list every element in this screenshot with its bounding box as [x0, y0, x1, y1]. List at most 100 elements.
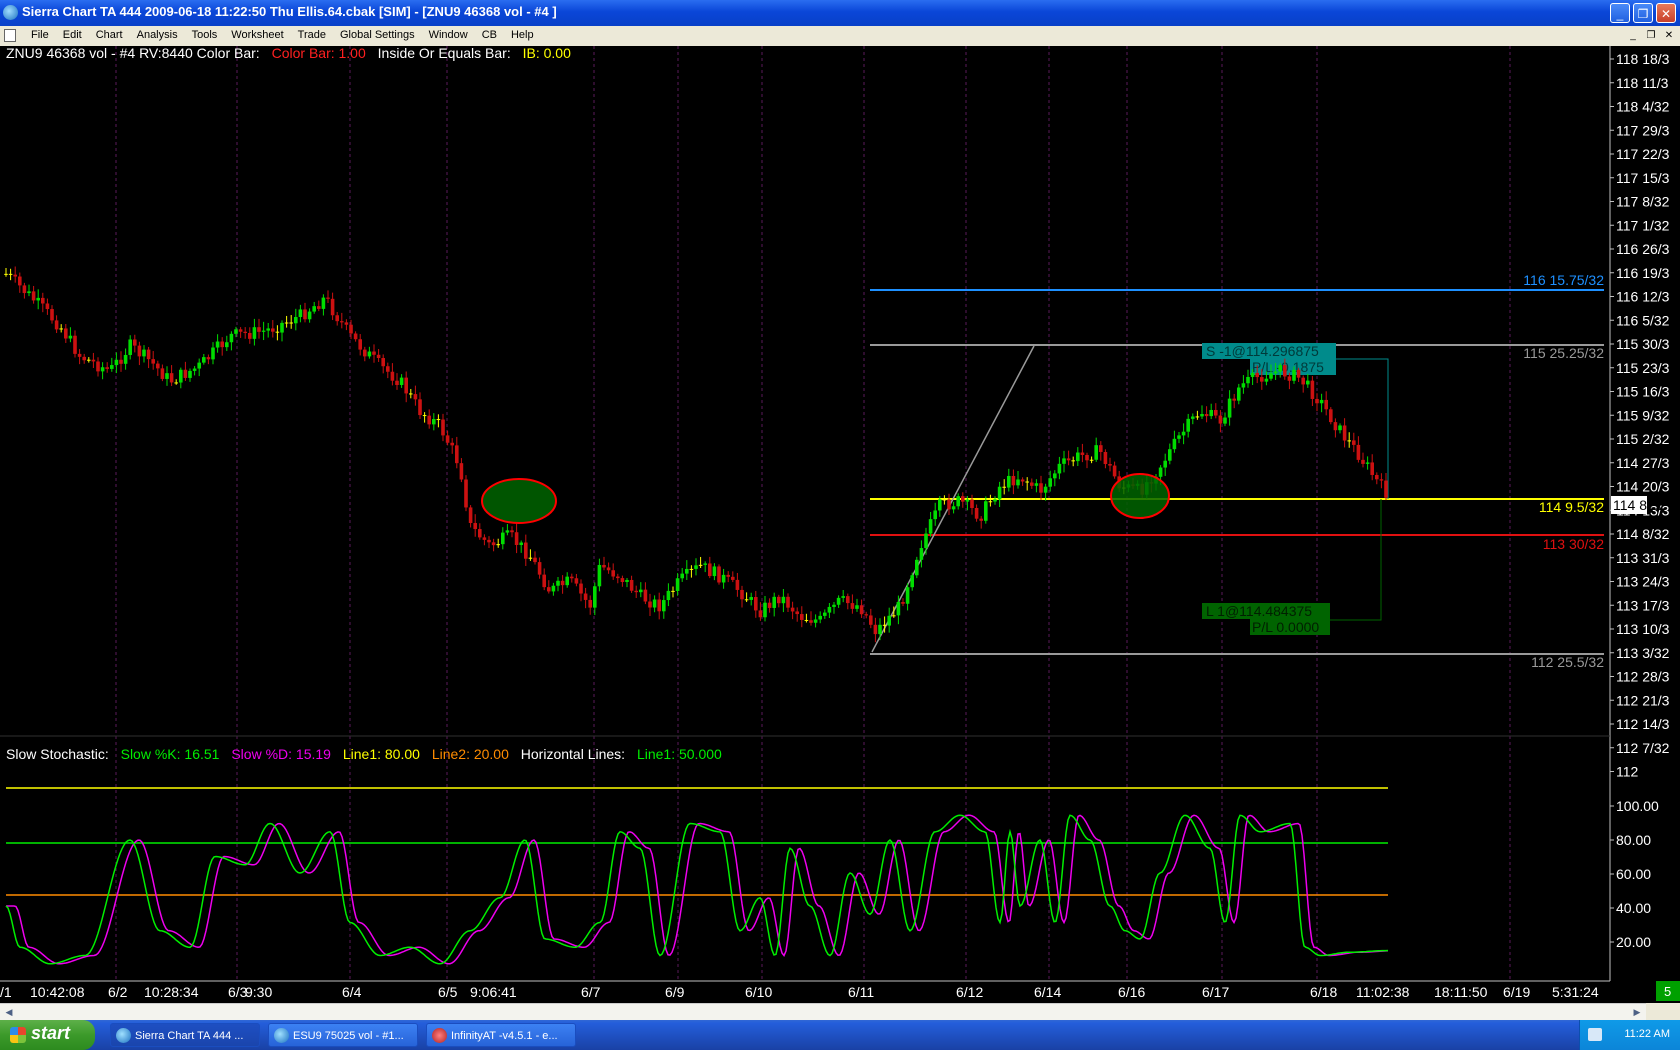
chart-area[interactable]: 118 18/3 118 11/3 118 4/32 117 29/3 117 22/3… — [0, 46, 1680, 1003]
task-esu9-chart[interactable]: ESU9 75025 vol - #1... — [268, 1023, 418, 1047]
price-tick-label: 113 31/3 — [1616, 550, 1670, 566]
mdi-minimize-button[interactable]: _ — [1626, 29, 1640, 42]
menu-help[interactable]: Help — [504, 26, 541, 46]
time-tick-label: 6/11 — [848, 984, 874, 1000]
document-icon[interactable] — [4, 29, 16, 42]
candle-body — [1200, 414, 1204, 417]
price-tick-label: 113 10/3 — [1616, 621, 1670, 637]
candle-body — [238, 329, 243, 332]
candle-body — [202, 357, 206, 363]
level-label-5: 112 25.5/32 — [1531, 654, 1604, 670]
candle-body — [8, 273, 13, 275]
start-button[interactable]: start — [0, 1020, 95, 1050]
candle-body — [381, 358, 385, 367]
candle-body — [836, 597, 841, 605]
candle-body — [294, 317, 298, 324]
candle-body — [459, 463, 464, 480]
inside-bar-label: Inside Or Equals Bar: — [378, 46, 511, 61]
candle-body — [353, 333, 358, 340]
stoch-tick-label: 80.00 — [1616, 832, 1651, 848]
candle-body — [1356, 444, 1361, 460]
candle-body — [726, 574, 730, 577]
candle-body — [643, 589, 648, 602]
candle-body — [519, 542, 523, 545]
short-order-entry: S -1@114.296875 — [1206, 343, 1319, 359]
candle-body — [583, 593, 588, 600]
candle-body — [36, 297, 40, 301]
price-tick-label: 118 4/32 — [1616, 99, 1670, 115]
menu-chart[interactable]: Chart — [89, 26, 130, 46]
candle-body — [1260, 377, 1264, 382]
candle-body — [344, 322, 349, 325]
candle-body — [744, 599, 749, 601]
candle-body — [1338, 425, 1342, 431]
time-tick-label: 6/14 — [1034, 984, 1061, 1000]
menu-file[interactable]: File — [24, 26, 56, 46]
candle-body — [1172, 438, 1177, 450]
mdi-restore-button[interactable]: ❐ — [1644, 29, 1658, 42]
candle-body — [790, 607, 795, 612]
esu9-task-icon — [274, 1028, 289, 1043]
menu-worksheet[interactable]: Worksheet — [224, 26, 290, 46]
scroll-right-arrow-icon[interactable]: ▶ — [1630, 1006, 1644, 1019]
candle-body — [846, 596, 850, 604]
candle-body — [767, 602, 772, 608]
candle-body — [248, 332, 252, 339]
ellipse-annotation-2[interactable] — [1110, 473, 1170, 519]
candle-body — [887, 615, 891, 626]
sierra-chart-app-icon[interactable] — [3, 5, 18, 20]
candle-body — [211, 347, 215, 360]
candle-body — [399, 377, 404, 385]
network-icon[interactable] — [1588, 1028, 1602, 1041]
price-tick-label: 115 9/32 — [1616, 407, 1670, 423]
candle-body — [169, 373, 174, 383]
time-tick-label: 6/19 — [1503, 984, 1530, 1000]
menu-analysis[interactable]: Analysis — [130, 26, 185, 46]
candle-body — [786, 596, 790, 608]
scroll-left-arrow-icon[interactable]: ◀ — [2, 1006, 16, 1019]
candle-body — [1278, 365, 1282, 372]
candle-body — [1016, 479, 1020, 486]
candle-body — [1342, 425, 1347, 441]
candle-body — [680, 573, 684, 579]
candle-body — [455, 445, 459, 464]
candle-body — [1053, 473, 1057, 479]
candle-body — [551, 585, 556, 592]
time-tick-label: 18:11:50 — [1434, 984, 1488, 1000]
menu-trade[interactable]: Trade — [291, 26, 333, 46]
candle-body — [487, 539, 491, 543]
restore-button[interactable]: ❐ — [1633, 3, 1653, 23]
mdi-close-button[interactable]: ✕ — [1662, 29, 1676, 42]
candle-body — [128, 339, 132, 355]
price-tick-label: 115 2/32 — [1616, 431, 1670, 447]
menu-tools[interactable]: Tools — [185, 26, 225, 46]
menu-window[interactable]: Window — [422, 26, 475, 46]
candle-body — [827, 606, 832, 613]
close-button[interactable]: ✕ — [1656, 3, 1676, 23]
candle-body — [119, 359, 123, 364]
candle-body — [1379, 479, 1384, 481]
candle-body — [54, 320, 59, 330]
candle-body — [390, 371, 395, 381]
horizontal-scrollbar[interactable]: ◀ ▶ — [0, 1003, 1646, 1021]
price-tick-label: 113 3/32 — [1616, 645, 1670, 661]
candle-body — [271, 328, 275, 332]
menu-edit[interactable]: Edit — [56, 26, 89, 46]
minimize-button[interactable]: _ — [1610, 3, 1630, 23]
menu-cb[interactable]: CB — [475, 26, 504, 46]
task-sierra-chart[interactable]: Sierra Chart TA 444 ... — [110, 1023, 260, 1047]
menu-global-settings[interactable]: Global Settings — [333, 26, 422, 46]
candle-body — [749, 597, 753, 600]
task-label: Sierra Chart TA 444 ... — [135, 1030, 244, 1042]
candle-body — [1011, 475, 1016, 486]
ellipse-annotation-1[interactable] — [481, 478, 557, 524]
candle-body — [763, 602, 767, 618]
candle-body — [1062, 458, 1066, 464]
task-infinityat[interactable]: InfinityAT -v4.5.1 - e... — [426, 1023, 576, 1047]
candle-body — [1099, 445, 1103, 452]
candle-body — [1329, 409, 1333, 423]
price-tick-label: 116 26/3 — [1616, 241, 1670, 257]
candle-body — [579, 583, 583, 594]
candle-body — [473, 523, 477, 530]
candle-body — [404, 377, 408, 394]
